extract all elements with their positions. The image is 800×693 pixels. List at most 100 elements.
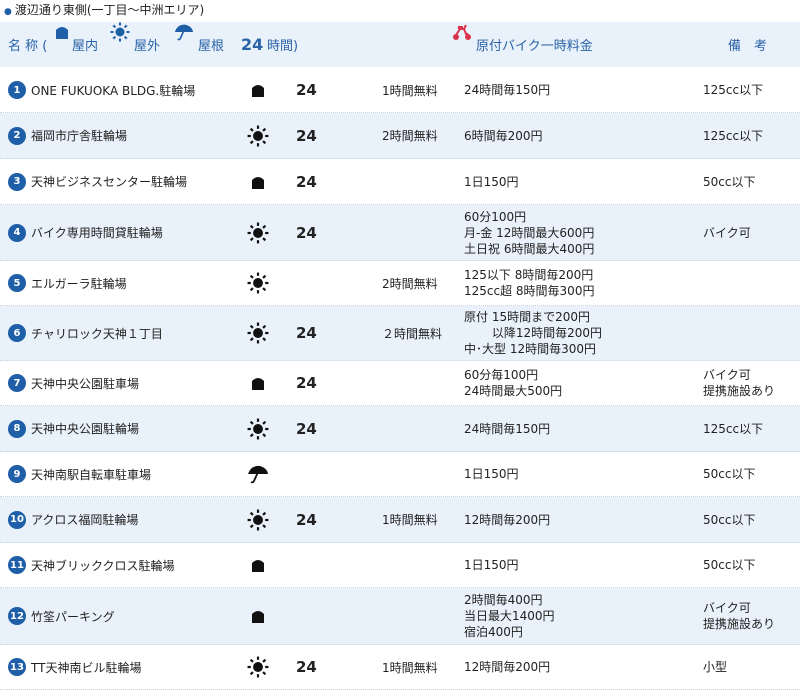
- fee-cell: 24時間毎150円: [464, 406, 550, 451]
- header-24-label: 24: [241, 35, 264, 54]
- note-line: 50cc以下: [703, 558, 756, 572]
- parking-name-cell: 3 天神ビジネスセンター駐輪場: [8, 159, 187, 204]
- fee-line: 宿泊400円: [464, 625, 523, 639]
- note-line: 小型: [703, 660, 728, 674]
- free-time-label: 1時間無料: [382, 513, 438, 527]
- fee-line: 当日最大1400円: [464, 609, 555, 623]
- header-outdoor-label: 屋外: [134, 39, 161, 54]
- parking-name-cell: 13 TT天神南ビル駐輪場: [8, 645, 141, 689]
- row-number-badge: 10: [8, 510, 26, 529]
- header-note-label: 備 考: [728, 39, 768, 54]
- sun-icon: [247, 406, 269, 451]
- table-row: 6 チャリロック天神１丁目 24 ２時間無料 原付 15時間まで200円 以降12時間毎…: [0, 306, 800, 361]
- fee-line: 原付 15時間まで200円: [464, 310, 590, 324]
- open-24h-label: 24: [296, 172, 317, 191]
- parking-name: TT天神南ビル駐輪場: [31, 660, 142, 675]
- sun-icon: [247, 113, 269, 158]
- sun-icon: [247, 645, 269, 689]
- fee-line: 以降12時間毎200円: [464, 326, 602, 340]
- table-row: 5 エルガーラ駐輪場 2時間無料 125以下 8時間毎200円 125cc超 8時間毎3…: [0, 261, 800, 306]
- table-row: 11 天神ブリッククロス駐輪場 1日150円 50cc以下: [0, 543, 800, 588]
- table-row: 4 バイク専用時間貸駐輪場 24 60分100円 月-金 12時間最大600円 土日祝 6…: [0, 205, 800, 261]
- fee-line: 土日祝 6時間最大400円: [464, 241, 595, 256]
- note-line: 125cc以下: [703, 83, 764, 97]
- parking-name-cell: 2 福岡市庁舎駐輪場: [8, 113, 127, 158]
- note-cell: バイク可 提携施設あり: [703, 361, 775, 405]
- fee-line: 月-金 12時間最大600円: [464, 225, 595, 240]
- fee-cell: 2時間毎400円 当日最大1400円 宿泊400円: [464, 588, 555, 644]
- free-time-label: ２時間無料: [382, 326, 443, 341]
- parking-name: バイク専用時間貸駐輪場: [31, 226, 163, 240]
- parking-name-cell: 5 エルガーラ駐輪場: [8, 261, 127, 305]
- header-indoor-label: 屋内: [72, 39, 99, 54]
- open-24h-label: 24: [296, 324, 317, 342]
- parking-name: 天神ブリッククロス駐輪場: [31, 558, 175, 573]
- fee-line: 125cc超 8時間毎300円: [464, 284, 595, 298]
- row-number-badge: 1: [8, 81, 26, 99]
- sun-icon: [247, 205, 269, 260]
- fee-cell: 原付 15時間まで200円 以降12時間毎200円 中･大型 12時間毎300円: [464, 306, 602, 360]
- fee-line: 1日150円: [464, 558, 519, 572]
- row-number-badge: 4: [8, 223, 26, 242]
- row-number-badge: 9: [8, 465, 26, 483]
- fee-line: 中･大型 12時間毎300円: [464, 342, 596, 356]
- open-24h-label: 24: [296, 374, 317, 392]
- table-header: 名 称 ( 屋内 屋外 屋根 24 時間) 原付バイク一時料金 備 考: [0, 22, 800, 67]
- row-number-badge: 7: [8, 374, 26, 392]
- umbrella-icon: [174, 22, 194, 42]
- fee-cell: 1日150円: [464, 159, 519, 204]
- fee-line: 24時間毎150円: [464, 421, 551, 436]
- fee-cell: 24時間毎150円: [464, 68, 550, 112]
- table-row: 1 ONE FUKUOKA BLDG.駐輪場 24 1時間無料 24時間毎150円 125…: [0, 68, 800, 113]
- fee-line: 12時間毎200円: [464, 512, 551, 527]
- fee-cell: 60分100円 月-金 12時間最大600円 土日祝 6時間最大400円: [464, 205, 594, 260]
- fee-line: 24時間毎150円: [464, 83, 551, 97]
- row-number-badge: 11: [8, 556, 26, 574]
- indoor-icon: [247, 159, 269, 204]
- table-row: 2 福岡市庁舎駐輪場 24 2時間無料 6時間毎200円 125cc以下: [0, 113, 800, 159]
- free-time-label: 1時間無料: [382, 660, 438, 675]
- sun-icon: [247, 261, 269, 305]
- note-cell: 125cc以下: [703, 113, 763, 158]
- note-cell: 125cc以下: [703, 68, 763, 112]
- note-line: バイク可: [703, 601, 751, 615]
- table-row: 8 天神中央公園駐輪場 24 24時間毎150円 125cc以下: [0, 406, 800, 452]
- indoor-icon: [247, 543, 269, 587]
- sun-icon: [247, 306, 269, 360]
- note-cell: 50cc以下: [703, 159, 755, 204]
- fee-cell: 125以下 8時間毎200円 125cc超 8時間毎300円: [464, 261, 594, 305]
- note-cell: 125cc以下: [703, 406, 763, 451]
- section-title-text: 渡辺通り東側(一丁目～中洲エリア): [14, 3, 205, 17]
- fee-line: 60分100円: [464, 209, 527, 224]
- parking-name: アクロス福岡駐輪場: [31, 513, 139, 527]
- parking-name: 天神南駅自転車駐車場: [31, 467, 152, 482]
- fee-cell: 12時間毎200円: [464, 645, 550, 689]
- parking-name: 天神中央公園駐輪場: [31, 422, 140, 436]
- note-line: バイク可: [703, 225, 751, 240]
- fee-cell: 60分毎100円 24時間最大500円: [464, 361, 562, 405]
- note-cell: 50cc以下: [703, 543, 755, 587]
- note-line: 提携施設あり: [703, 384, 776, 398]
- parking-name-cell: 11 天神ブリッククロス駐輪場: [8, 543, 175, 587]
- parking-name: エルガーラ駐輪場: [31, 276, 127, 291]
- note-line: 50cc以下: [703, 512, 756, 527]
- fee-line: 6時間毎200円: [464, 128, 543, 143]
- open-24h-label: 24: [296, 510, 317, 529]
- note-cell: 小型: [703, 645, 727, 689]
- note-cell: バイク可: [703, 205, 751, 260]
- fee-cell: 1日150円: [464, 452, 519, 496]
- free-time-label: 1時間無料: [382, 83, 438, 98]
- fee-line: 60分毎100円: [464, 368, 539, 382]
- parking-name-cell: 8 天神中央公園駐輪場: [8, 406, 139, 451]
- note-cell: 50cc以下: [703, 452, 755, 496]
- umbrella-icon: [247, 452, 269, 496]
- table-row: 3 天神ビジネスセンター駐輪場 24 1日150円 50cc以下: [0, 159, 800, 205]
- free-time-label: 2時間無料: [382, 129, 438, 143]
- parking-name: 天神中央公園駐車場: [31, 376, 140, 391]
- open-24h-label: 24: [296, 658, 317, 676]
- fee-line: 1日150円: [464, 467, 519, 481]
- note-line: 50cc以下: [703, 174, 756, 189]
- parking-name-cell: 12 竹筌パーキング: [8, 588, 115, 644]
- note-line: 125cc以下: [703, 128, 764, 143]
- fee-line: 24時間最大500円: [464, 384, 563, 398]
